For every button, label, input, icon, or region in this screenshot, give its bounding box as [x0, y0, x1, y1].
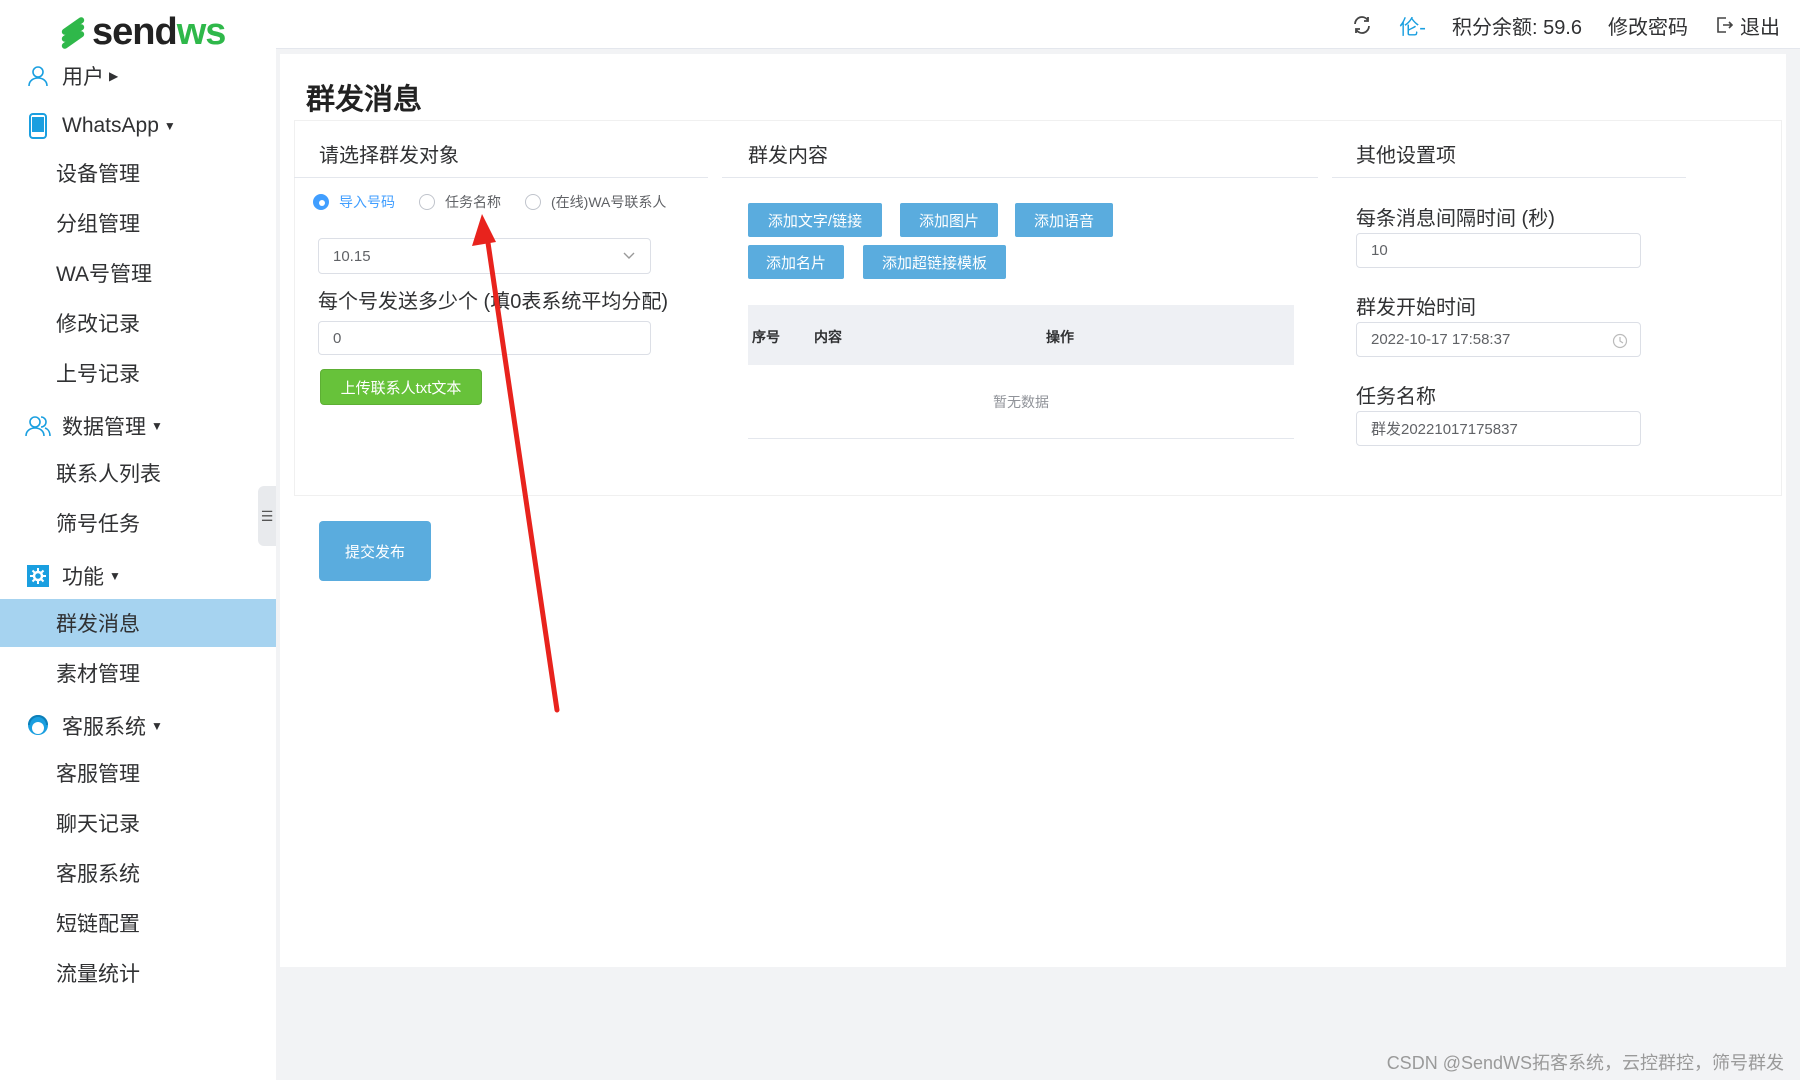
footer-watermark: CSDN @SendWS拓客系统，云控群控，筛号群发: [1386, 1053, 1784, 1073]
sidebar-section-customer-service[interactable]: 客服系统 ▼: [0, 706, 276, 746]
column-header-actions: 操作: [1046, 329, 1074, 345]
content-table-header: 序号 内容 操作: [748, 305, 1294, 365]
sidebar-item-cs-system[interactable]: 客服系统: [0, 849, 276, 897]
chevron-down-icon: [622, 248, 636, 266]
brand-left: send: [92, 10, 178, 53]
radio-label: (在线)WA号联系人: [551, 194, 667, 210]
brand-logo[interactable]: sendws: [60, 10, 227, 53]
sidebar-collapse-toggle[interactable]: ☰: [258, 486, 276, 546]
task-name-input[interactable]: 群发20221017175837: [1356, 411, 1641, 446]
radio-dot: [419, 194, 435, 210]
sidebar-section-features[interactable]: 功能 ▼: [0, 556, 276, 596]
sidebar-item-wa-number[interactable]: WA号管理: [0, 249, 276, 297]
settings-title: 其他设置项: [1356, 145, 1456, 167]
submit-publish-button[interactable]: 提交发布: [319, 521, 431, 581]
caret-down-icon: ▼: [163, 119, 176, 133]
caret-down-icon: ▼: [109, 569, 121, 583]
per-number-label: 每个号发送多少个 (填0表系统平均分配): [318, 291, 668, 313]
start-time-picker[interactable]: 2022-10-17 17:58:37: [1356, 322, 1641, 357]
sidebar-item-group[interactable]: 分组管理: [0, 199, 276, 247]
brand-right: ws: [176, 10, 227, 53]
radio-label: 任务名称: [445, 194, 501, 210]
radio-import-numbers[interactable]: 导入号码: [313, 192, 395, 212]
sidebar-item-traffic[interactable]: 流量统计: [0, 949, 276, 997]
sidebar-section-whatsapp[interactable]: WhatsApp ▼: [0, 106, 276, 146]
sidebar-item-change-log[interactable]: 修改记录: [0, 299, 276, 347]
group-select-value: 10.15: [333, 247, 371, 265]
task-name-label: 任务名称: [1356, 386, 1436, 408]
headset-icon: [24, 712, 52, 740]
points-balance: 积分余额: 59.6: [1451, 16, 1582, 39]
content-title: 群发内容: [748, 145, 828, 167]
sidebar-item-bulk-message[interactable]: 群发消息: [0, 599, 276, 647]
sidebar-item-filter-task[interactable]: 筛号任务: [0, 499, 276, 547]
interval-label: 每条消息间隔时间 (秒): [1356, 208, 1555, 230]
per-number-input[interactable]: 0: [318, 321, 651, 355]
content-divider: [722, 177, 1318, 178]
add-voice-button[interactable]: 添加语音: [1015, 203, 1113, 237]
sidebar-section-data[interactable]: 数据管理 ▼: [0, 406, 276, 446]
header-divider: [276, 48, 1800, 49]
radio-online-contacts[interactable]: (在线)WA号联系人: [525, 192, 666, 212]
radio-task-name[interactable]: 任务名称: [419, 192, 501, 212]
sidebar-item-chat-log[interactable]: 聊天记录: [0, 799, 276, 847]
gear-icon: [24, 562, 52, 590]
page-title: 群发消息: [306, 84, 423, 116]
app-root: sendws 伦- 积分余额: 59.6 修改密码 退出 用户 ▶ WhatsA…: [0, 0, 1800, 1080]
refresh-icon[interactable]: [1351, 14, 1373, 36]
sidebar-section-label: WhatsApp: [62, 114, 159, 137]
sidebar-item-device[interactable]: 设备管理: [0, 149, 276, 197]
column-header-content: 内容: [814, 329, 842, 345]
add-hyperlink-template-button[interactable]: 添加超链接模板: [863, 245, 1006, 279]
sidebar-item-short-link[interactable]: 短链配置: [0, 899, 276, 947]
logout-icon: [1717, 17, 1734, 33]
radio-dot: [313, 194, 329, 210]
sidebar-section-label: 用户: [62, 66, 104, 89]
upload-contacts-button[interactable]: 上传联系人txt文本: [320, 369, 482, 405]
target-divider: [294, 177, 708, 178]
sidebar-section-label: 数据管理: [62, 416, 146, 439]
sidebar-section-label: 功能: [62, 566, 104, 589]
radio-label: 导入号码: [339, 194, 395, 210]
user-menu[interactable]: 伦-: [1399, 11, 1426, 40]
sidebar-item-contacts[interactable]: 联系人列表: [0, 449, 276, 497]
radio-dot: [525, 194, 541, 210]
add-card-button[interactable]: 添加名片: [748, 245, 844, 279]
change-password-link[interactable]: 修改密码: [1608, 11, 1688, 40]
start-time-label: 群发开始时间: [1356, 297, 1476, 319]
phone-icon: [24, 112, 52, 140]
target-title: 请选择群发对象: [319, 145, 459, 167]
caret-right-icon: ▶: [109, 69, 119, 83]
clock-icon: [1612, 333, 1628, 353]
start-time-value: 2022-10-17 17:58:37: [1371, 331, 1511, 348]
sidebar-item-login-log[interactable]: 上号记录: [0, 349, 276, 397]
group-select[interactable]: 10.15: [318, 238, 651, 274]
target-radio-group: 导入号码 任务名称 (在线)WA号联系人: [313, 192, 690, 212]
column-header-index: 序号: [752, 329, 780, 345]
logout-button[interactable]: 退出: [1714, 11, 1780, 40]
add-image-button[interactable]: 添加图片: [900, 203, 998, 237]
topbar: 伦- 积分余额: 59.6 修改密码 退出: [1325, 10, 1780, 40]
sidebar: 用户 ▶ WhatsApp ▼ 设备管理 分组管理 WA号管理 修改记录 上号记…: [0, 54, 276, 1080]
settings-divider: [1332, 177, 1686, 178]
logo-mark-icon: [60, 16, 86, 50]
sidebar-item-cs-manage[interactable]: 客服管理: [0, 749, 276, 797]
users-icon: [24, 412, 52, 440]
caret-down-icon: ▼: [151, 719, 163, 733]
user-icon: [24, 62, 52, 90]
interval-input[interactable]: 10: [1356, 233, 1641, 268]
logout-label: 退出: [1740, 16, 1780, 39]
sidebar-section-label: 客服系统: [62, 716, 146, 739]
caret-down-icon: ▼: [151, 419, 163, 433]
table-empty-state: 暂无数据: [748, 365, 1294, 439]
menu-fold-icon: ☰: [260, 507, 274, 524]
sidebar-item-materials[interactable]: 素材管理: [0, 649, 276, 697]
add-text-link-button[interactable]: 添加文字/链接: [748, 203, 882, 237]
sidebar-section-user[interactable]: 用户 ▶: [0, 56, 276, 96]
